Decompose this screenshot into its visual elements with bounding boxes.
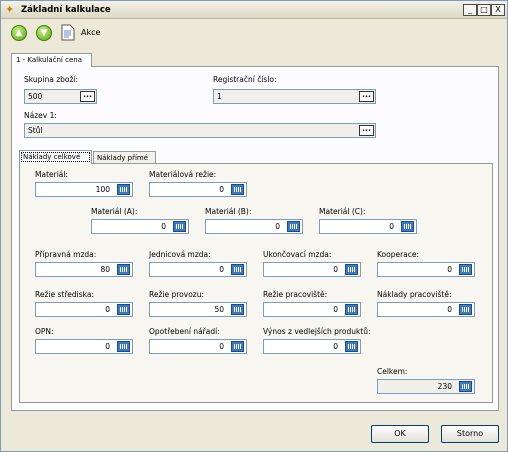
calculator-icon[interactable] <box>231 304 244 315</box>
pripravna-mzda-label: Přípravná mzda: <box>35 250 97 259</box>
ukoncovaci-mzda-field[interactable]: 0 <box>263 262 361 277</box>
material-b-field[interactable]: 0 <box>205 219 303 234</box>
material-c-label: Materiál (C): <box>319 207 366 216</box>
naklady-pracoviste-label: Náklady pracoviště: <box>377 290 452 299</box>
window-title: Základní kalkulace <box>21 5 111 15</box>
calculator-icon[interactable] <box>231 264 244 275</box>
arrow-up-icon[interactable]: ▲ <box>11 25 27 41</box>
calculator-icon[interactable] <box>459 304 472 315</box>
kooperace-label: Kooperace: <box>377 250 420 259</box>
materialova-rezie-label: Materiálová režie: <box>149 170 217 179</box>
calculator-icon[interactable] <box>345 341 358 352</box>
registracni-label: Registrační číslo: <box>213 75 277 84</box>
opotrebeni-field[interactable]: 0 <box>149 339 247 354</box>
storno-button[interactable]: Storno <box>441 425 499 443</box>
calculator-icon[interactable] <box>345 264 358 275</box>
calculator-icon[interactable] <box>287 221 300 232</box>
material-b-label: Materiál (B): <box>205 207 252 216</box>
akce-button[interactable]: Akce <box>81 28 100 37</box>
material-c-field[interactable]: 0 <box>319 219 417 234</box>
pripravna-mzda-field[interactable]: 80 <box>35 262 133 277</box>
calculator-icon[interactable] <box>117 304 130 315</box>
calculator-icon[interactable] <box>117 264 130 275</box>
rezie-strediska-label: Režie střediska: <box>35 290 94 299</box>
costs-panel <box>19 163 493 403</box>
opotrebeni-label: Opotřebení nářadí: <box>149 327 220 336</box>
nazev-field[interactable]: Stůl ... <box>24 123 376 138</box>
rezie-pracoviste-label: Režie pracoviště: <box>263 290 328 299</box>
material-field[interactable]: 100 <box>35 182 133 197</box>
toolbar: ▲ ▼ Akce <box>1 20 507 46</box>
vynos-label: Výnos z vedlejších produktů: <box>263 327 371 336</box>
calculator-icon[interactable] <box>117 184 130 195</box>
calculator-icon[interactable] <box>231 341 244 352</box>
minimize-button[interactable]: _ <box>463 4 477 16</box>
kooperace-field[interactable]: 0 <box>377 262 475 277</box>
nazev-browse-button[interactable]: ... <box>359 125 374 136</box>
jednicova-mzda-label: Jednicová mzda: <box>149 250 211 259</box>
tab-naklady-celkove[interactable]: Náklady celkové <box>19 150 92 164</box>
nazev-label: Název 1: <box>24 111 57 120</box>
skupina-field[interactable]: 500 ... <box>24 89 97 104</box>
calculator-icon[interactable] <box>459 264 472 275</box>
calculator-icon[interactable] <box>231 184 244 195</box>
jednicova-mzda-field[interactable]: 0 <box>149 262 247 277</box>
material-label: Materiál: <box>35 170 68 179</box>
calculator-icon[interactable] <box>401 221 414 232</box>
main-window: ✦ Základní kalkulace _ □ X ▲ ▼ Akce 1 - … <box>0 0 508 452</box>
celkem-field[interactable]: 230 <box>377 379 475 394</box>
calculator-icon[interactable] <box>173 221 186 232</box>
app-icon: ✦ <box>5 3 15 16</box>
registracni-browse-button[interactable]: ... <box>359 91 374 102</box>
vynos-field[interactable]: 0 <box>263 339 361 354</box>
skupina-browse-button[interactable]: ... <box>80 91 95 102</box>
title-bar: ✦ Základní kalkulace _ □ X <box>1 1 507 19</box>
opn-field[interactable]: 0 <box>35 339 133 354</box>
arrow-down-icon[interactable]: ▼ <box>36 25 52 41</box>
rezie-provozu-label: Režie provozu: <box>149 290 205 299</box>
calculator-icon[interactable] <box>345 304 358 315</box>
naklady-pracoviste-field[interactable]: 0 <box>377 302 475 317</box>
ok-button[interactable]: OK <box>371 425 429 443</box>
calculator-icon[interactable] <box>117 341 130 352</box>
calculator-icon[interactable] <box>459 381 472 392</box>
close-button[interactable]: X <box>491 4 505 16</box>
material-a-label: Materiál (A): <box>91 207 138 216</box>
maximize-button[interactable]: □ <box>477 4 491 16</box>
skupina-label: Skupina zboží: <box>24 75 79 84</box>
ukoncovaci-mzda-label: Ukončovací mzda: <box>263 250 332 259</box>
rezie-provozu-field[interactable]: 50 <box>149 302 247 317</box>
registracni-field[interactable]: 1 ... <box>213 89 376 104</box>
opn-label: OPN: <box>35 327 54 336</box>
document-icon[interactable] <box>60 24 76 41</box>
tab-kalkulacni-cena[interactable]: 1 - Kalkulační cena <box>11 53 92 67</box>
celkem-label: Celkem: <box>377 367 408 376</box>
rezie-pracoviste-field[interactable]: 0 <box>263 302 361 317</box>
rezie-strediska-field[interactable]: 0 <box>35 302 133 317</box>
materialova-rezie-field[interactable]: 0 <box>149 182 247 197</box>
material-a-field[interactable]: 0 <box>91 219 189 234</box>
